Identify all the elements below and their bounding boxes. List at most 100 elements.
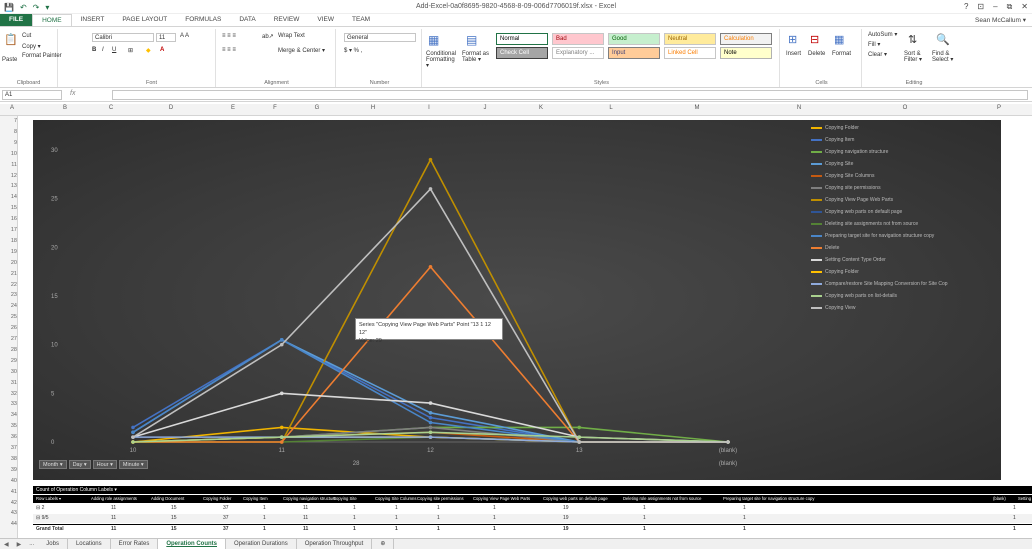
- column-header-C[interactable]: C: [106, 105, 116, 111]
- grow-font-icon[interactable]: A A: [180, 33, 189, 39]
- cell-style-4[interactable]: Calculation: [720, 33, 772, 45]
- number-format-select[interactable]: General: [344, 33, 416, 42]
- row-header[interactable]: 28: [0, 347, 17, 353]
- row-header[interactable]: 12: [0, 173, 17, 179]
- data-point[interactable]: [131, 435, 135, 439]
- pivot-column-header[interactable]: Copying navigation structure: [283, 495, 336, 503]
- column-header-P[interactable]: P: [994, 105, 1004, 111]
- row-header[interactable]: 25: [0, 314, 17, 320]
- data-point[interactable]: [577, 425, 582, 430]
- row-header[interactable]: 40: [0, 478, 17, 484]
- data-point[interactable]: [279, 425, 284, 430]
- minimize-icon[interactable]: –: [993, 2, 997, 12]
- borders-icon[interactable]: ⊞: [128, 47, 133, 54]
- row-header[interactable]: 7: [0, 118, 17, 124]
- data-point[interactable]: [279, 342, 284, 347]
- pivot-column-header[interactable]: Adding role assignments: [91, 495, 137, 503]
- bold-icon[interactable]: B: [92, 47, 96, 53]
- row-header[interactable]: 43: [0, 510, 17, 516]
- find-select-icon[interactable]: 🔍: [936, 33, 950, 46]
- column-header-A[interactable]: A: [7, 105, 17, 111]
- row-header[interactable]: 41: [0, 489, 17, 495]
- ribbon-display-icon[interactable]: ⊡: [977, 2, 984, 12]
- row-header[interactable]: 24: [0, 303, 17, 309]
- series-line[interactable]: [133, 265, 728, 443]
- pivot-column-header[interactable]: Setting: [1018, 495, 1031, 503]
- pivot-column-header[interactable]: Copying Site Columns: [375, 495, 416, 503]
- data-point[interactable]: [428, 157, 433, 162]
- field-button-minute[interactable]: Minute ▾: [118, 460, 148, 469]
- user-account[interactable]: Sean McCallum ▾: [975, 16, 1032, 24]
- format-cells-button[interactable]: Format: [832, 51, 851, 57]
- sort-filter-icon[interactable]: ⇅: [908, 33, 917, 46]
- legend-item[interactable]: Copying Folder: [811, 122, 991, 134]
- row-header[interactable]: 34: [0, 412, 17, 418]
- fill-button[interactable]: Fill ▾: [868, 41, 880, 48]
- copy-button[interactable]: Copy ▾: [22, 43, 41, 50]
- column-header-N[interactable]: N: [794, 105, 804, 111]
- format-painter-button[interactable]: Format Painter: [22, 53, 62, 59]
- tab-home[interactable]: HOME: [32, 14, 72, 26]
- row-header[interactable]: 38: [0, 456, 17, 462]
- conditional-formatting-button[interactable]: Conditional Formatting ▾: [426, 51, 456, 69]
- cell-style-3[interactable]: Neutral: [664, 33, 716, 45]
- row-header[interactable]: 32: [0, 391, 17, 397]
- column-header-O[interactable]: O: [900, 105, 910, 111]
- legend-item[interactable]: Copying Item: [811, 134, 991, 146]
- sheet-next-icon[interactable]: ▶: [13, 541, 26, 548]
- paste-icon[interactable]: 📋: [4, 33, 18, 46]
- legend-item[interactable]: Copying Site: [811, 158, 991, 170]
- legend-item[interactable]: Preparing target site for navigation str…: [811, 230, 991, 242]
- sheet-tab-locations[interactable]: Locations: [68, 539, 111, 549]
- format-as-table-button[interactable]: Format as Table ▾: [462, 51, 492, 63]
- restore-icon[interactable]: ⧉: [1007, 2, 1013, 12]
- cell-style-5[interactable]: Check Cell: [496, 47, 548, 59]
- cell-style-8[interactable]: Linked Cell: [664, 47, 716, 59]
- sheet-tab-jobs[interactable]: Jobs: [38, 539, 68, 549]
- sheet-prev-icon[interactable]: ◀: [0, 541, 13, 548]
- pivot-chart[interactable]: 0 5 10 15 20 25 30 10 11 12 13 (blank) 28 (blank) Cop…: [33, 120, 1001, 480]
- data-point[interactable]: [428, 420, 433, 425]
- row-header[interactable]: 27: [0, 336, 17, 342]
- pivot-column-header[interactable]: Copying site permissions: [417, 495, 464, 503]
- tab-view[interactable]: VIEW: [308, 14, 343, 26]
- wrap-text-button[interactable]: Wrap Text: [278, 33, 305, 39]
- row-header[interactable]: 20: [0, 260, 17, 266]
- merge-center-button[interactable]: Merge & Center ▾: [278, 47, 325, 54]
- sheet-tab-operation-durations[interactable]: Operation Durations: [226, 539, 297, 549]
- delete-cells-icon[interactable]: ⊟: [810, 33, 819, 46]
- row-header[interactable]: 18: [0, 238, 17, 244]
- new-sheet-icon[interactable]: ⊕: [372, 539, 395, 549]
- row-header[interactable]: 44: [0, 521, 17, 527]
- help-icon[interactable]: ?: [964, 2, 968, 12]
- data-point[interactable]: [428, 415, 433, 420]
- data-point[interactable]: [428, 401, 433, 405]
- column-header-E[interactable]: E: [228, 105, 238, 111]
- row-header[interactable]: 17: [0, 227, 17, 233]
- currency-format-icon[interactable]: $ ▾ % ,: [344, 47, 362, 54]
- data-point[interactable]: [428, 425, 433, 430]
- data-point[interactable]: [279, 435, 284, 439]
- find-select-button[interactable]: Find & Select ▾: [932, 51, 960, 63]
- insert-function-icon[interactable]: fx: [70, 90, 75, 97]
- column-header-M[interactable]: M: [692, 105, 702, 111]
- cell-style-1[interactable]: Bad: [552, 33, 604, 45]
- pivot-column-header[interactable]: Copying Item: [243, 495, 268, 503]
- tab-data[interactable]: DATA: [230, 14, 264, 26]
- row-header[interactable]: 13: [0, 183, 17, 189]
- data-point[interactable]: [428, 435, 433, 439]
- row-header[interactable]: 15: [0, 205, 17, 211]
- legend-item[interactable]: Copying web parts on default page: [811, 206, 991, 218]
- legend-item[interactable]: Copying Folder: [811, 266, 991, 278]
- tab-team[interactable]: TEAM: [343, 14, 379, 26]
- sheet-tab-operation-counts[interactable]: Operation Counts: [158, 539, 226, 549]
- column-header-D[interactable]: D: [166, 105, 176, 111]
- pivot-column-header[interactable]: Copying web parts on default page: [543, 495, 608, 503]
- legend-item[interactable]: Copying web parts on list-details: [811, 290, 991, 302]
- pivot-column-header[interactable]: Copying View Page Web Parts: [473, 495, 530, 503]
- row-header[interactable]: 22: [0, 282, 17, 288]
- legend-item[interactable]: Copying View: [811, 302, 991, 314]
- row-header[interactable]: 33: [0, 401, 17, 407]
- autosum-button[interactable]: AutoSum ▾: [868, 31, 897, 38]
- column-header-F[interactable]: F: [270, 105, 280, 111]
